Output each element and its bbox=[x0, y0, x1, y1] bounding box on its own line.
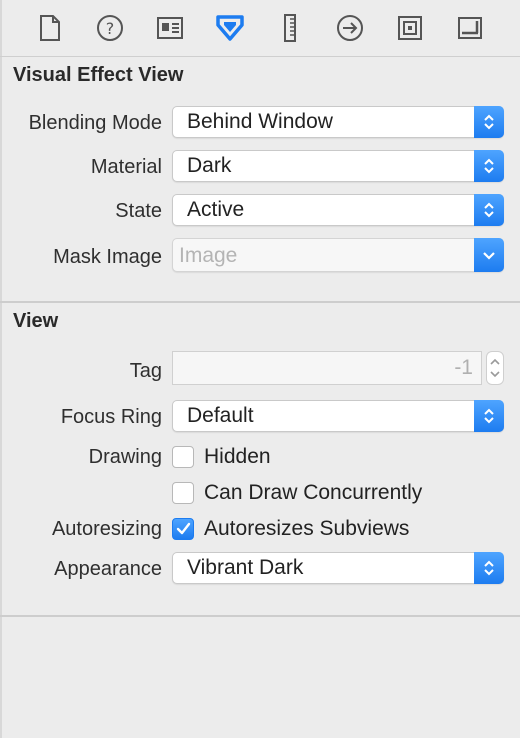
help-inspector-icon[interactable]: ? bbox=[94, 12, 126, 44]
can-draw-concurrently-label: Can Draw Concurrently bbox=[204, 481, 423, 504]
autoresizing-label: Autoresizing bbox=[51, 518, 162, 540]
section-divider bbox=[0, 615, 520, 617]
autoresizes-subviews-label: Autoresizes Subviews bbox=[204, 517, 410, 540]
material-value: Dark bbox=[187, 154, 232, 177]
tag-value: -1 bbox=[454, 356, 473, 379]
inspector-toolbar: ? bbox=[0, 0, 520, 56]
material-popup[interactable]: Dark bbox=[172, 150, 504, 182]
focus-ring-value: Default bbox=[187, 404, 254, 427]
tag-label: Tag bbox=[129, 360, 162, 382]
chevron-updown-icon bbox=[474, 106, 504, 138]
bindings-inspector-icon[interactable] bbox=[394, 12, 426, 44]
chevron-updown-icon bbox=[474, 194, 504, 226]
section-title-visual-effect-view: Visual Effect View bbox=[13, 64, 184, 86]
file-inspector-icon[interactable] bbox=[34, 12, 66, 44]
mask-image-combo[interactable]: Image bbox=[172, 238, 504, 272]
blending-mode-label: Blending Mode bbox=[28, 112, 162, 134]
autoresizes-subviews-checkbox[interactable] bbox=[172, 518, 194, 540]
focus-ring-label: Focus Ring bbox=[60, 406, 162, 428]
view-effects-inspector-icon[interactable] bbox=[454, 12, 486, 44]
identity-inspector-icon[interactable] bbox=[154, 12, 186, 44]
state-value: Active bbox=[187, 198, 245, 221]
mask-image-label: Mask Image bbox=[53, 246, 162, 268]
svg-text:?: ? bbox=[106, 19, 115, 38]
connections-inspector-icon[interactable] bbox=[334, 12, 366, 44]
section-divider bbox=[0, 301, 520, 303]
chevron-down-icon[interactable] bbox=[474, 238, 504, 272]
tag-stepper[interactable] bbox=[486, 351, 504, 385]
attributes-inspector-icon[interactable] bbox=[214, 12, 246, 44]
hidden-checkbox-label: Hidden bbox=[204, 445, 271, 468]
mask-image-placeholder: Image bbox=[179, 244, 238, 267]
state-popup[interactable]: Active bbox=[172, 194, 504, 226]
appearance-popup[interactable]: Vibrant Dark bbox=[172, 552, 504, 584]
material-label: Material bbox=[90, 156, 162, 178]
chevron-updown-icon bbox=[474, 150, 504, 182]
checkmark-icon bbox=[176, 522, 191, 535]
tag-field[interactable]: -1 bbox=[172, 351, 482, 385]
section-title-view: View bbox=[13, 310, 59, 332]
appearance-value: Vibrant Dark bbox=[187, 556, 304, 579]
chevron-updown-icon bbox=[474, 552, 504, 584]
blending-mode-popup[interactable]: Behind Window bbox=[172, 106, 504, 138]
drawing-label: Drawing bbox=[88, 446, 162, 468]
size-inspector-icon[interactable] bbox=[274, 12, 306, 44]
state-label: State bbox=[115, 200, 162, 222]
chevron-updown-icon bbox=[474, 400, 504, 432]
appearance-label: Appearance bbox=[54, 558, 162, 580]
focus-ring-popup[interactable]: Default bbox=[172, 400, 504, 432]
toolbar-divider bbox=[0, 56, 520, 57]
can-draw-concurrently-checkbox[interactable] bbox=[172, 482, 194, 504]
hidden-checkbox[interactable] bbox=[172, 446, 194, 468]
blending-mode-value: Behind Window bbox=[187, 110, 333, 133]
